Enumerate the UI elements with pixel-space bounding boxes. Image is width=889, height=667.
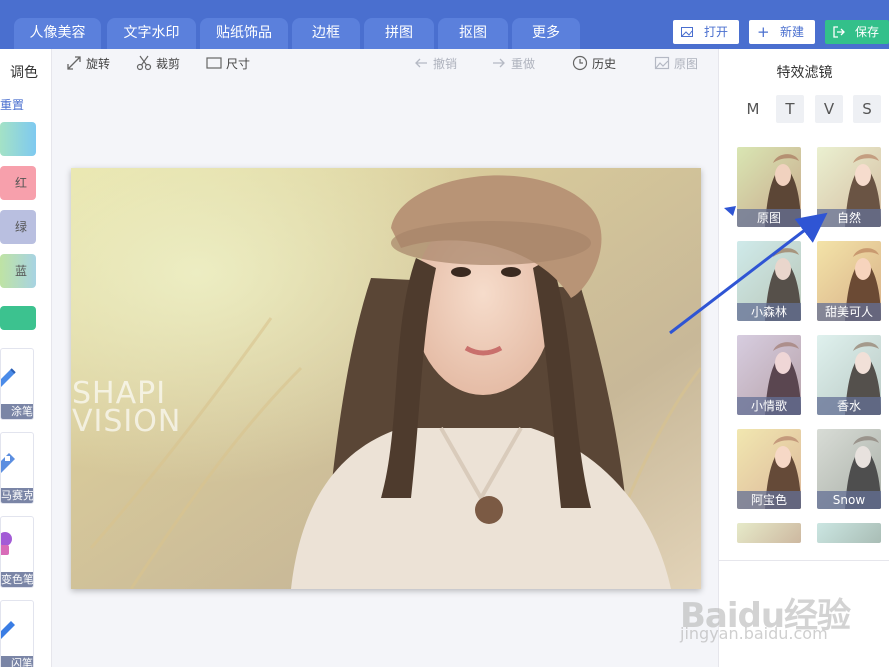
panel-divider [719, 560, 889, 561]
filter-natural[interactable]: 自然 [817, 147, 881, 227]
tab-frames[interactable]: 边框 [292, 18, 360, 49]
filter-sweet[interactable]: 甜美可人 [817, 241, 881, 321]
scissors-icon [136, 55, 152, 71]
filter-tab-s[interactable]: S [853, 95, 881, 123]
flash-pen-icon [1, 621, 15, 639]
undo-label: 撤销 [433, 57, 458, 71]
undo-button[interactable]: 撤销 [413, 55, 457, 73]
filter-perfume-label: 香水 [817, 397, 881, 415]
photo-watermark-line2: VISION [72, 404, 182, 439]
swatch-blue-label: 蓝 [14, 264, 27, 278]
gradient-swatch[interactable] [0, 122, 36, 156]
size-label: 尺寸 [226, 57, 251, 71]
swatch-red-label: 红 [14, 176, 27, 190]
history-button[interactable]: 历史 [572, 55, 616, 73]
tool-flash-pen[interactable]: 闪笔 [0, 600, 34, 667]
filter-more-1[interactable] [737, 523, 801, 543]
tool-color-pen-label: 变色笔 [1, 572, 34, 587]
tool-paint-label: 涂笔 [1, 404, 33, 419]
tab-stickers[interactable]: 贴纸饰品 [200, 18, 288, 49]
filter-original[interactable]: 原图 [737, 147, 801, 227]
redo-label: 重做 [511, 57, 536, 71]
swatch-blue[interactable]: 蓝 [0, 254, 36, 288]
plus-icon: + [757, 23, 770, 41]
filter-original-label: 原图 [737, 209, 801, 227]
crop-label: 裁剪 [156, 57, 181, 71]
crop-button[interactable]: 裁剪 [136, 55, 180, 73]
filter-abao[interactable]: 阿宝色 [737, 429, 801, 509]
filter-snow-label: Snow [817, 491, 881, 509]
clock-icon [572, 55, 588, 71]
filter-perfume[interactable]: 香水 [817, 335, 881, 415]
redo-arrow-icon [493, 58, 505, 68]
tool-color-pen[interactable]: 变色笔 [0, 516, 34, 588]
swatch-red[interactable]: 红 [0, 166, 36, 200]
tab-more[interactable]: 更多 [512, 18, 580, 49]
apply-bar[interactable] [0, 306, 36, 330]
rotate-icon [67, 56, 81, 70]
image-icon [681, 20, 693, 46]
size-button[interactable]: 尺寸 [206, 55, 250, 73]
filter-more-2[interactable] [817, 523, 881, 543]
filter-panel: 特效滤镜 M T V S 原图 自然 小森林 甜美可人 小情歌 香水 阿宝色 S… [718, 49, 889, 667]
filter-tab-t[interactable]: T [776, 95, 804, 123]
filter-tab-v[interactable]: V [815, 95, 843, 123]
undo-arrow-icon [415, 58, 427, 68]
rotate-button[interactable]: 旋转 [66, 55, 110, 73]
baidu-watermark-url: jingyan.baidu.com [680, 624, 828, 643]
color-pen-icon [1, 532, 12, 555]
adjust-panel: 调色 重置 红 绿 蓝 涂笔 马赛克 变色笔 闪笔 [0, 49, 52, 667]
original-button[interactable]: 原图 [654, 55, 698, 73]
filter-love-song-label: 小情歌 [737, 397, 801, 415]
export-icon [833, 20, 845, 46]
open-label: 打开 [703, 25, 728, 39]
tool-paint-brush[interactable]: 涂笔 [0, 348, 34, 420]
new-label: 新建 [779, 25, 804, 39]
filter-natural-label: 自然 [817, 209, 881, 227]
brush-icon [1, 368, 16, 387]
tool-mosaic-label: 马赛克 [1, 488, 34, 503]
tool-flash-pen-label: 闪笔 [1, 656, 33, 667]
tab-portrait-beauty[interactable]: 人像美容 [14, 18, 101, 49]
open-button[interactable]: 打开 [673, 20, 739, 44]
swatch-green-label: 绿 [14, 220, 27, 234]
filter-small-forest[interactable]: 小森林 [737, 241, 801, 321]
tool-mosaic[interactable]: 马赛克 [0, 432, 34, 504]
adjust-title: 调色 [10, 65, 38, 81]
edit-toolbar: 旋转 裁剪 尺寸 撤销 重做 历史 原图 [53, 49, 718, 79]
save-button[interactable]: 保存 [825, 20, 889, 44]
filter-small-forest-label: 小森林 [737, 303, 801, 321]
original-label: 原图 [674, 57, 699, 71]
filter-tab-m[interactable]: M [739, 95, 767, 123]
tab-collage[interactable]: 拼图 [364, 18, 434, 49]
filter-love-song[interactable]: 小情歌 [737, 335, 801, 415]
tab-text-watermark[interactable]: 文字水印 [107, 18, 196, 49]
filter-abao-label: 阿宝色 [737, 491, 801, 509]
redo-button[interactable]: 重做 [491, 55, 535, 73]
history-label: 历史 [592, 57, 617, 71]
save-label: 保存 [854, 25, 879, 39]
filter-panel-title: 特效滤镜 [776, 65, 833, 81]
reset-link[interactable]: 重置 [0, 96, 24, 113]
image-icon [654, 56, 670, 70]
filter-sweet-label: 甜美可人 [817, 303, 881, 321]
new-button[interactable]: + 新建 [749, 20, 815, 44]
mosaic-icon [1, 453, 15, 473]
rotate-label: 旋转 [86, 57, 111, 71]
swatch-green[interactable]: 绿 [0, 210, 36, 244]
filter-snow[interactable]: Snow [817, 429, 881, 509]
tab-cutout[interactable]: 抠图 [438, 18, 508, 49]
top-bar: 人像美容 文字水印 贴纸饰品 边框 拼图 抠图 更多 打开 + 新建 保存 [0, 0, 889, 49]
resize-icon [206, 57, 222, 69]
